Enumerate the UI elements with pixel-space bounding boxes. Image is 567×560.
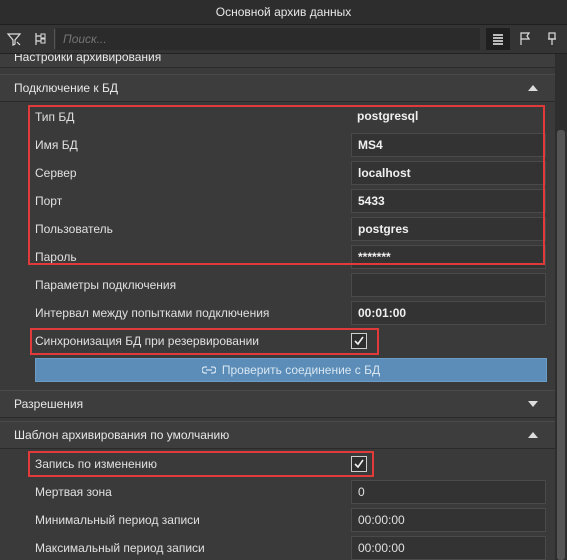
verify-connection-label: Проверить соединение с БД [221,363,381,377]
max-period-label: Максимальный период записи [35,541,205,555]
collapse-icon[interactable] [527,83,539,93]
max-period-field[interactable]: 00:00:00 [351,536,546,560]
scrollbar-thumb[interactable] [557,130,565,560]
window-title: Основной архив данных [0,0,567,25]
highlight-record-on-change [28,451,374,477]
dead-zone-label: Мертвая зона [35,485,112,499]
retry-interval-label: Интервал между попытками подключения [35,306,270,320]
expand-icon[interactable] [527,399,539,409]
properties-panel: Настройки архивирования Подключение к БД… [0,54,555,560]
highlight-sync [30,328,379,355]
dead-zone-field[interactable]: 0 [351,480,546,504]
section-title: Подключение к БД [14,81,119,95]
link-icon [201,366,216,374]
min-period-field[interactable]: 00:00:00 [351,508,546,532]
connection-params-label: Параметры подключения [35,278,177,292]
tree-filter-icon[interactable] [28,28,52,50]
verify-connection-button[interactable]: Проверить соединение с БД [35,358,547,382]
section-title: Разрешения [14,397,84,411]
section-default-template[interactable]: Шаблон архивирования по умолчанию [0,421,555,449]
toolbar [0,25,567,54]
section-title: Шаблон архивирования по умолчанию [14,428,230,442]
section-title: Настройки архивирования [14,54,162,64]
section-db-connection[interactable]: Подключение к БД [0,74,555,102]
search-input[interactable] [56,28,480,50]
highlight-db-params [28,105,545,265]
vertical-scrollbar[interactable] [555,54,567,560]
collapse-icon[interactable] [527,430,539,440]
pin-icon[interactable] [540,28,564,50]
flag-icon[interactable] [513,28,537,50]
min-period-label: Минимальный период записи [35,513,200,527]
section-archiving-settings[interactable]: Настройки архивирования [0,54,555,68]
toolbar-separator [54,29,55,49]
retry-interval-field[interactable]: 00:01:00 [351,301,546,325]
list-view-icon[interactable] [486,28,510,50]
section-permissions[interactable]: Разрешения [0,390,555,418]
filter-icon[interactable] [2,28,26,50]
connection-params-field[interactable] [351,273,546,297]
